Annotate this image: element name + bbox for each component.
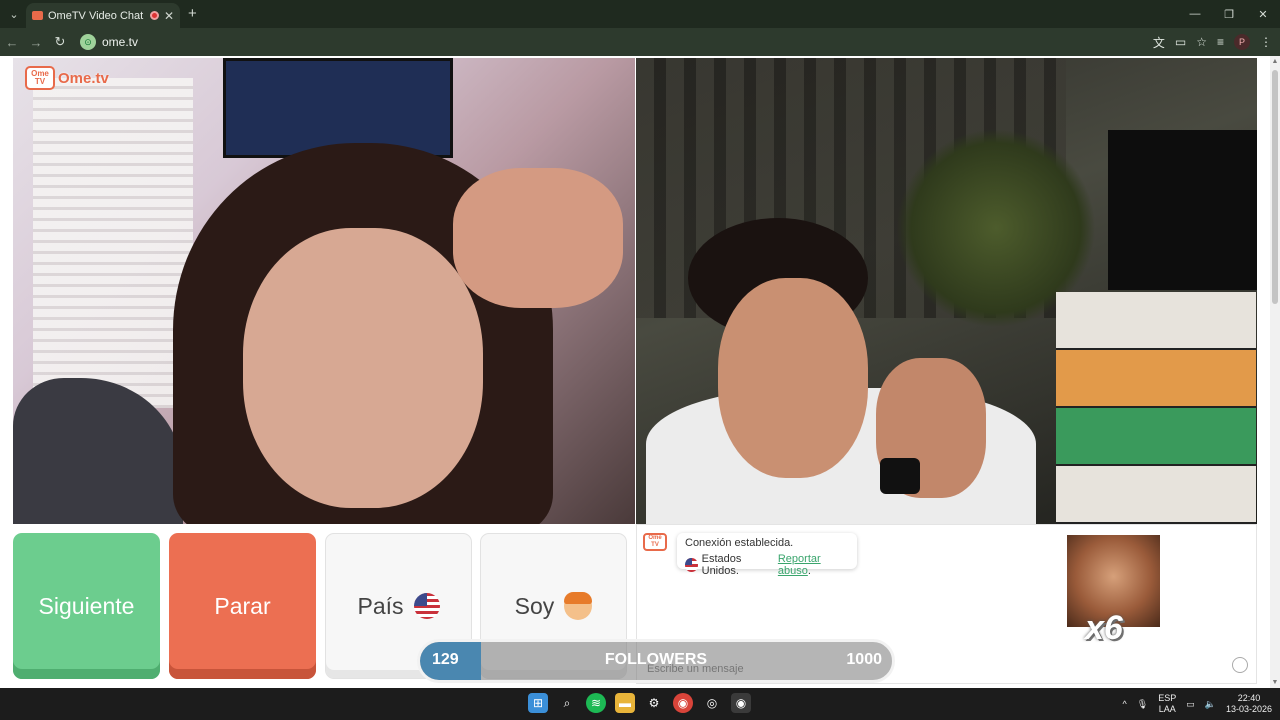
followers-label: FOLLOWERS <box>604 651 708 668</box>
connected-text: Conexión establecida. <box>685 537 794 549</box>
meme-multiplier: x6 <box>1085 609 1123 647</box>
chrome-profile-icon[interactable]: ◉ <box>731 693 751 713</box>
settings-gear-icon[interactable]: ⚙ <box>644 693 664 713</box>
network-icon[interactable]: ▭ <box>1186 699 1195 710</box>
language-bottom: LAA <box>1158 704 1176 714</box>
tab-favicon-icon <box>32 11 43 20</box>
next-button-label: Siguiente <box>38 592 135 619</box>
language-indicator[interactable]: ESP LAA <box>1158 693 1176 715</box>
new-tab-button[interactable]: + <box>188 5 197 22</box>
browser-menu-icon[interactable]: ⋮ <box>1260 35 1272 49</box>
reading-list-icon[interactable]: ≡ <box>1217 35 1224 49</box>
gender-button-label: Soy <box>514 592 555 619</box>
ometv-chat-icon: Ome TV <box>643 533 667 551</box>
page-viewport: Ome TV Ome.tv Siguiente Parar País Soy O… <box>0 56 1270 688</box>
cast-icon[interactable]: ▭ <box>1175 35 1186 49</box>
followers-goal: 1000 <box>846 651 882 668</box>
scrollbar-thumb[interactable] <box>1272 70 1278 304</box>
person-face <box>718 278 868 478</box>
clock-date: 13-03-2026 <box>1225 704 1272 714</box>
search-icon[interactable]: ⌕ <box>557 693 577 713</box>
ometv-logo: Ome TV Ome.tv <box>25 66 109 90</box>
us-flag-icon <box>685 558 698 572</box>
spotify-icon[interactable]: ≋ <box>586 693 606 713</box>
tray-overflow-icon[interactable]: ^ <box>1123 699 1127 709</box>
tab-close-icon[interactable]: ✕ <box>164 9 174 23</box>
scroll-down-icon[interactable]: ▼ <box>1271 679 1279 686</box>
bookmark-star-icon[interactable]: ☆ <box>1196 35 1207 49</box>
recording-indicator-icon <box>149 11 159 20</box>
followers-goal-overlay: 129 FOLLOWERS 1000 <box>417 639 895 683</box>
tab-title: OmeTV Video Chat — Omeg <box>48 9 145 22</box>
minimize-button[interactable]: — <box>1178 0 1212 28</box>
ometv-logo-icon: Ome TV <box>25 66 55 90</box>
reload-button[interactable]: ↻ <box>48 34 72 50</box>
browser-tab[interactable]: OmeTV Video Chat — Omeg ✕ <box>26 3 180 28</box>
chrome-icon[interactable]: ◉ <box>673 693 693 713</box>
github-icon[interactable]: ◎ <box>702 693 722 713</box>
boy-avatar-icon <box>564 592 593 620</box>
us-flag-icon <box>413 593 440 619</box>
smartwatch <box>880 458 920 494</box>
next-button[interactable]: Siguiente <box>13 533 160 679</box>
country-text: Estados Unidos. <box>701 553 742 577</box>
toolbar-actions: 文 ▭ ☆ ≡ P ⋮ <box>1153 28 1272 56</box>
report-abuse-link[interactable]: Reportar abuso <box>778 553 821 577</box>
monitor <box>1108 130 1257 290</box>
volume-icon[interactable]: 🔈 <box>1205 699 1216 710</box>
file-explorer-icon[interactable]: ▬ <box>615 693 635 713</box>
page-scrollbar[interactable]: ▲ ▼ <box>1270 56 1280 688</box>
person-face <box>243 228 483 508</box>
url-field[interactable]: ome.tv <box>102 35 138 49</box>
forward-button[interactable]: → <box>24 35 48 50</box>
microphone-icon[interactable]: 🎙 <box>1137 699 1148 710</box>
stop-button-label: Parar <box>214 592 271 619</box>
ometv-logo-text: Ome.tv <box>58 69 109 87</box>
browser-titlebar: ⌄ OmeTV Video Chat — Omeg ✕ + — ❐ ✕ <box>0 0 1280 28</box>
window-controls: — ❐ ✕ <box>1178 0 1280 28</box>
remote-video: Ome TV Ome.tv <box>13 58 635 524</box>
country-button-label: País <box>357 592 404 619</box>
address-bar-row: ← → ↻ ⊙ ome.tv 文 ▭ ☆ ≡ P ⋮ <box>0 28 1280 56</box>
scroll-up-icon[interactable]: ▲ <box>1271 58 1279 65</box>
report-suffix: . <box>807 565 811 577</box>
maximize-button[interactable]: ❐ <box>1212 0 1246 28</box>
windows-taskbar: ⊞ ⌕ ≋ ▬ ⚙ ◉ ◎ ◉ ^ 🎙 ESP LAA ▭ 🔈 22:40 13… <box>0 688 1280 720</box>
back-button[interactable]: ← <box>0 35 24 50</box>
window-blinds <box>33 78 193 408</box>
translate-icon[interactable]: 文 <box>1153 34 1165 51</box>
system-tray: ^ 🎙 ESP LAA ▭ 🔈 22:40 13-03-2026 <box>1123 691 1272 717</box>
site-info-icon[interactable]: ⊙ <box>80 34 96 50</box>
drawers <box>1056 292 1256 524</box>
close-window-button[interactable]: ✕ <box>1246 0 1280 28</box>
system-message: Conexión establecida. Estados Unidos. Re… <box>677 533 857 577</box>
local-video <box>636 58 1257 524</box>
clock-time: 22:40 <box>1237 693 1261 703</box>
emoji-smile-icon[interactable] <box>1232 657 1248 673</box>
language-top: ESP <box>1158 693 1177 703</box>
tab-search-icon[interactable]: ⌄ <box>0 0 28 28</box>
stop-button[interactable]: Parar <box>169 533 316 679</box>
person-hand <box>453 168 623 308</box>
clock[interactable]: 22:40 13-03-2026 <box>1226 693 1272 715</box>
profile-avatar[interactable]: P <box>1234 34 1250 50</box>
taskbar-apps: ⊞ ⌕ ≋ ▬ ⚙ ◉ ◎ ◉ <box>528 693 751 713</box>
windows-start-icon[interactable]: ⊞ <box>528 693 548 713</box>
